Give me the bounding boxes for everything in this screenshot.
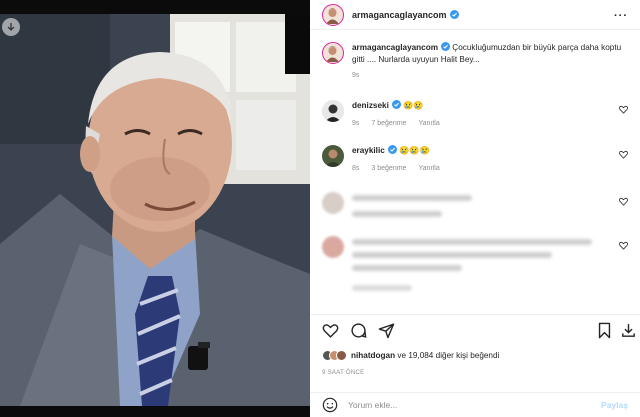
post-time: 9 SAAT ÖNCE [322,370,365,376]
instagram-post-view: armagancaglayancom ··· armagancaglayanco… [0,0,640,417]
comment-time: 9s [352,120,360,127]
blurred-line [352,265,462,271]
likes-count[interactable]: ve 19,084 diğer kişi beğendi [395,351,499,360]
caption-avatar[interactable] [322,42,344,64]
more-icon[interactable]: ··· [614,10,628,22]
blurred-line [352,211,442,217]
comment-input[interactable]: Yorum ekle... [348,400,601,410]
caption-text-block: armagancaglayancom Çocukluğumuzdan bir b… [352,42,622,82]
caption-username[interactable]: armagancaglayancom [352,43,438,52]
author-avatar[interactable] [322,3,344,26]
download-icon[interactable] [620,322,637,339]
heart-icon[interactable] [322,322,339,339]
blurred-line [352,239,592,245]
verified-icon [441,42,451,51]
comment-body: denizseki 😢😢 9s 7 beğenme Yanıtla [352,100,452,130]
comment-body: eraykilic 😢😢😢 8s 3 beğenme Yanıtla [352,145,452,175]
comment-username[interactable]: denizseki [352,101,389,110]
heart-icon[interactable] [619,241,628,250]
comment-item: eraykilic 😢😢😢 8s 3 beğenme Yanıtla [322,145,632,175]
comment-likes[interactable]: 7 beğenme [371,120,406,127]
blurred-content [352,236,602,291]
blurred-line [352,285,412,291]
post-comment-button[interactable]: Paylaş [601,400,628,410]
post-photo[interactable] [0,14,310,406]
divider [310,314,640,315]
blurred-avatar [322,192,344,214]
emoji-icon[interactable] [322,397,338,413]
liker-username[interactable]: nihatdogan [351,351,395,360]
media-panel [0,0,310,417]
add-comment-bar: Yorum ekle... Paylaş [310,392,640,417]
post-caption: armagancaglayancom Çocukluğumuzdan bir b… [322,42,622,82]
comment-text: 😢😢 [403,101,424,110]
verified-icon [391,100,401,109]
blurred-comment [322,192,632,217]
heart-icon[interactable] [619,197,628,206]
comment-likes[interactable]: 3 beğenme [371,165,406,172]
comment-item: denizseki 😢😢 9s 7 beğenme Yanıtla [322,100,632,130]
reply-link[interactable]: Yanıtla [418,165,439,172]
caption-time: 9s [352,72,360,79]
heart-icon[interactable] [619,105,628,114]
post-header: armagancaglayancom ··· [310,0,640,30]
blurred-comment [322,236,632,291]
comment-text: 😢😢😢 [399,146,430,155]
liker-avatar [336,350,347,361]
comment-icon[interactable] [350,322,367,339]
commenter-avatar[interactable] [322,100,344,122]
verified-icon [449,10,459,19]
blurred-avatar [322,236,344,258]
share-icon[interactable] [378,322,395,339]
blurred-content [352,192,552,217]
comment-time: 8s [352,165,360,172]
blurred-line [352,252,552,258]
portrait-image [0,14,310,406]
download-icon[interactable] [2,18,20,36]
bookmark-icon[interactable] [596,322,613,339]
likes-text[interactable]: nihatdogan ve 19,084 diğer kişi beğendi [351,351,499,360]
comment-username[interactable]: eraykilic [352,146,385,155]
comment-meta: 8s 3 beğenme Yanıtla [352,163,452,175]
heart-icon[interactable] [619,150,628,159]
comment-meta: 9s 7 beğenme Yanıtla [352,118,452,130]
post-actions [322,320,635,342]
reply-link[interactable]: Yanıtla [418,120,439,127]
commenter-avatar[interactable] [322,145,344,167]
author-username[interactable]: armagancaglayancom [352,10,447,20]
blurred-line [352,195,472,201]
verified-icon [387,145,397,154]
details-panel: armagancaglayancom ··· armagancaglayanco… [310,0,640,417]
likes-summary: nihatdogan ve 19,084 diğer kişi beğendi [322,350,499,361]
